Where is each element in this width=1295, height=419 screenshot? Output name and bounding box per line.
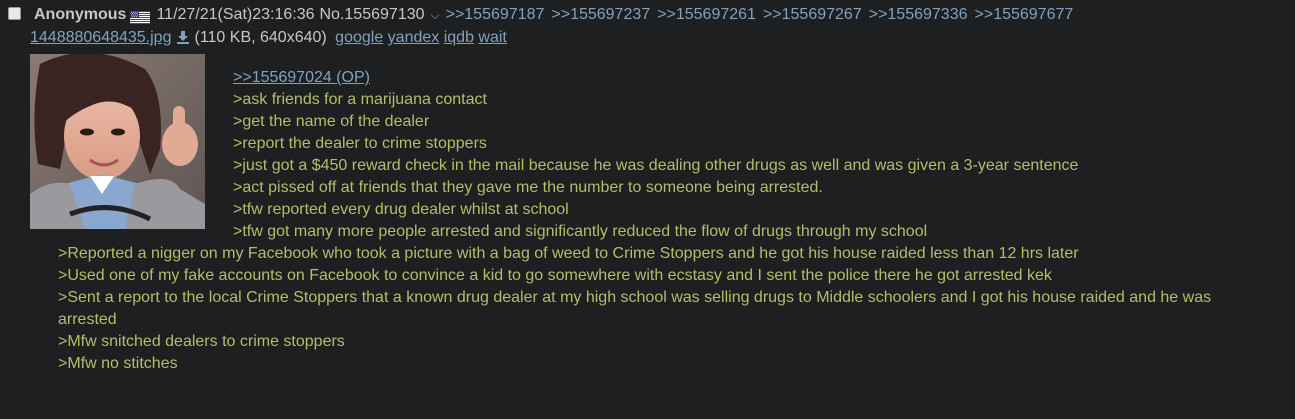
backlinks: >>155697187 >>155697237 >>155697261 >>15…	[446, 4, 1081, 26]
post-menu-chevron-down-icon[interactable]: ⌵	[430, 4, 439, 26]
post: Anonymous 11/27/21(Sat)23:16:36 No.15569…	[0, 0, 1295, 419]
backlink[interactable]: >>155697677	[975, 4, 1074, 26]
download-icon[interactable]	[176, 29, 190, 44]
greentext-line: >act pissed off at friends that they gav…	[233, 179, 823, 196]
post-message: >>155697024 (OP) >ask friends for a mari…	[58, 67, 1248, 375]
backlink[interactable]: >>155697187	[446, 4, 545, 26]
greentext-line: >Mfw snitched dealers to crime stoppers	[58, 333, 345, 350]
backlink[interactable]: >>155697267	[763, 4, 862, 26]
poster-name: Anonymous	[34, 6, 127, 23]
iqdb-search-link[interactable]: iqdb	[444, 29, 474, 46]
post-number[interactable]: No.155697130	[320, 4, 425, 26]
wait-search-link[interactable]: wait	[478, 29, 506, 46]
greentext-line: >get the name of the dealer	[233, 113, 430, 130]
greentext-line: >tfw got many more people arrested and s…	[233, 223, 928, 240]
greentext-line: >Used one of my fake accounts on Faceboo…	[58, 267, 1052, 284]
google-search-link[interactable]: google	[335, 29, 383, 46]
us-flag-icon	[130, 9, 151, 24]
post-select-checkbox[interactable]	[8, 6, 21, 20]
backlink[interactable]: >>155697336	[869, 4, 968, 26]
file-info: 1448880648435.jpg (110 KB, 640x640) googl…	[30, 27, 507, 49]
greentext-line: >Sent a report to the local Crime Stoppe…	[58, 289, 1216, 328]
backlink[interactable]: >>155697261	[657, 4, 756, 26]
file-name-link[interactable]: 1448880648435.jpg	[30, 29, 171, 46]
yandex-search-link[interactable]: yandex	[388, 29, 440, 46]
greentext-line: >Mfw no stitches	[58, 355, 178, 372]
greentext-line: >Reported a nigger on my Facebook who to…	[58, 245, 1079, 262]
greentext-line: >ask friends for a marijuana contact	[233, 91, 487, 108]
post-datetime: 11/27/21(Sat)23:16:36	[156, 6, 315, 23]
file-meta: (110 KB, 640x640)	[194, 29, 327, 46]
greentext-line: >report the dealer to crime stoppers	[233, 135, 487, 152]
op-quote-link[interactable]: >>155697024 (OP)	[58, 67, 1248, 89]
greentext-line: >just got a $450 reward check in the mai…	[233, 157, 1079, 174]
post-header: Anonymous 11/27/21(Sat)23:16:36 No.15569…	[8, 4, 1080, 26]
greentext-line: >tfw reported every drug dealer whilst a…	[233, 201, 569, 218]
backlink[interactable]: >>155697237	[551, 4, 650, 26]
